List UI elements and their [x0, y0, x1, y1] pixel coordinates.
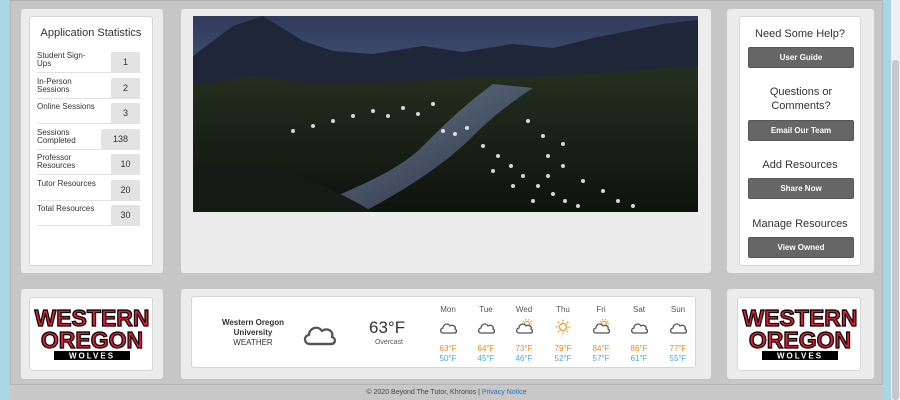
stat-label: Tutor Resources: [37, 179, 96, 188]
user-guide-button[interactable]: User Guide: [748, 47, 854, 68]
forecast-low: 52°F: [554, 354, 572, 363]
stat-value: 30: [111, 205, 140, 226]
cloud-icon: [303, 326, 337, 346]
forecast-day-name: Tue: [479, 305, 493, 314]
footer: © 2020 Beyond The Tutor, Khronos | Priva…: [10, 386, 883, 400]
weather-panel: Western Oregon University WEATHER 63°F O…: [181, 289, 711, 379]
western-oregon-logo: WESTERN OREGON WOLVES: [742, 304, 858, 361]
need-help-heading: Need Some Help?: [755, 28, 845, 40]
partly-sunny-icon: [516, 319, 533, 334]
weather-card: Western Oregon University WEATHER 63°F O…: [191, 296, 696, 368]
location-line1: Western Oregon: [221, 318, 285, 327]
forecast-high: 79°F: [554, 344, 572, 353]
hero-panel: [181, 9, 711, 273]
stat-row: Professor Resources 10: [37, 152, 141, 175]
manage-resources-heading: Manage Resources: [752, 218, 848, 230]
forecast-day-name: Thu: [556, 305, 570, 314]
questions-heading: Questions or Comments?: [769, 86, 833, 112]
stats-title: Application Statistics: [40, 27, 142, 39]
help-card: Need Some Help? User Guide Questions or …: [739, 16, 861, 266]
forecast-high: 64°F: [477, 344, 495, 353]
forecast-day-name: Mon: [440, 305, 456, 314]
stats-panel: Application Statistics Student Sign-Ups 1…: [21, 9, 163, 273]
forecast-high: 84°F: [592, 344, 610, 353]
forecast-high: 73°F: [515, 344, 533, 353]
cloud-icon: [478, 323, 495, 334]
forecast-high: 63°F: [439, 344, 457, 353]
email-team-button[interactable]: Email Our Team: [748, 120, 854, 141]
weather-label: WEATHER: [233, 338, 273, 347]
forecast-low: 55°F: [669, 354, 687, 363]
western-oregon-logo: WESTERN OREGON WOLVES: [34, 304, 150, 361]
view-owned-button[interactable]: View Owned: [748, 237, 854, 258]
stat-label: Professor Resources: [37, 153, 76, 170]
stat-label: Sessions Completed: [37, 128, 76, 145]
forecast-high: 86°F: [630, 344, 648, 353]
forecast-day-name: Sat: [632, 305, 645, 314]
logo-line2: OREGON: [41, 327, 143, 353]
cloud-icon: [631, 323, 648, 334]
app-frame: Application Statistics Student Sign-Ups 1…: [10, 0, 883, 385]
forecast-low: 45°F: [477, 354, 495, 363]
cloud-icon: [670, 323, 687, 334]
stats-card: Application Statistics Student Sign-Ups 1…: [29, 16, 153, 266]
stat-row: Total Resources 30: [37, 203, 141, 226]
stat-row: Online Sessions 3: [37, 101, 141, 124]
cloud-icon: [440, 323, 457, 334]
partly-sunny-icon: [593, 319, 610, 334]
stat-label: Student Sign-Ups: [37, 51, 86, 68]
stat-row: Student Sign-Ups 1: [37, 50, 141, 73]
logo-line3: WOLVES: [777, 352, 823, 361]
forecast-low: 61°F: [630, 354, 648, 363]
stat-label: Total Resources: [37, 204, 95, 213]
add-resources-heading: Add Resources: [762, 159, 838, 171]
weather-location: Western Oregon University WEATHER: [212, 318, 294, 348]
stat-row: Sessions Completed 138: [37, 127, 141, 150]
stat-value: 3: [111, 103, 140, 124]
scrollbar[interactable]: [891, 0, 900, 400]
forecast-day-name: Sun: [670, 305, 686, 314]
stat-value: 2: [111, 78, 140, 99]
share-now-button[interactable]: Share Now: [748, 178, 854, 199]
location-line2: University: [233, 328, 273, 337]
forecast-day-name: Fri: [596, 305, 606, 314]
stat-value: 20: [111, 180, 140, 201]
forecast-low: 57°F: [592, 354, 610, 363]
forecast-day-name: Wed: [515, 305, 533, 314]
stat-value: 1: [111, 52, 140, 73]
privacy-notice-link[interactable]: Privacy Notice: [482, 389, 527, 396]
forecast-low: 50°F: [439, 354, 457, 363]
hero-image: [193, 16, 698, 212]
stat-row: In-Person Sessions 2: [37, 76, 141, 99]
logo-panel-left: WESTERN OREGON WOLVES: [21, 289, 163, 379]
forecast-low: 46°F: [515, 354, 533, 363]
stat-row: Tutor Resources 20: [37, 178, 141, 201]
current-condition: Overcast: [374, 339, 403, 346]
copyright-text: © 2020 Beyond The Tutor, Khronos |: [366, 389, 480, 396]
logo-card-left: WESTERN OREGON WOLVES: [29, 297, 153, 371]
stat-label: Online Sessions: [37, 102, 95, 111]
stat-value: 10: [111, 154, 140, 175]
stat-value: 138: [101, 129, 140, 150]
sun-icon: [555, 319, 571, 335]
scrollbar-thumb[interactable]: [892, 60, 899, 400]
logo-line2: OREGON: [749, 327, 851, 353]
logo-line3: WOLVES: [69, 352, 115, 361]
current-temperature: 63°F: [369, 318, 406, 337]
logo-card-right: WESTERN OREGON WOLVES: [737, 297, 861, 371]
stat-label: In-Person Sessions: [37, 77, 72, 94]
forecast-high: 77°F: [669, 344, 687, 353]
help-panel: Need Some Help? User Guide Questions or …: [727, 9, 874, 273]
logo-panel-right: WESTERN OREGON WOLVES: [727, 289, 874, 379]
